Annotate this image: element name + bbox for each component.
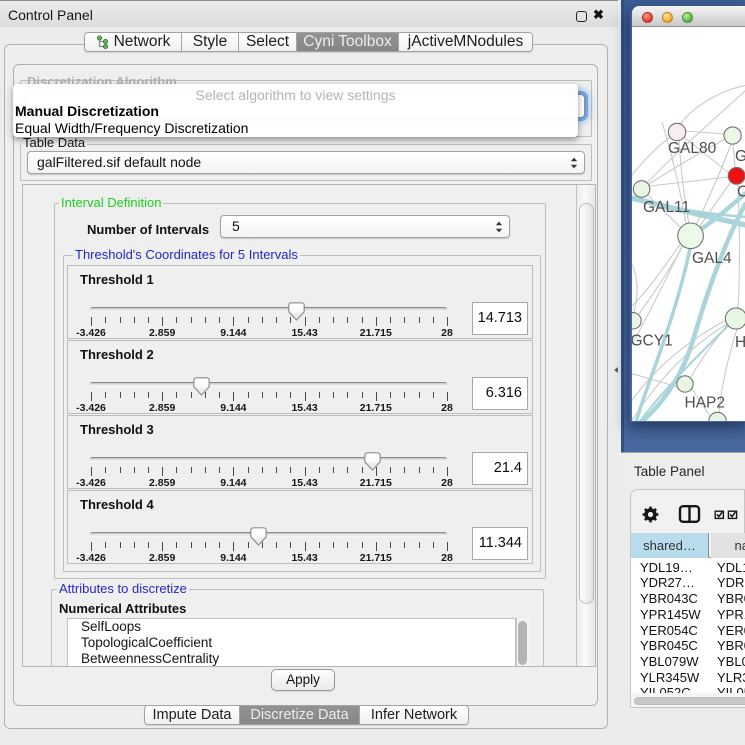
svg-text:GAL11: GAL11 <box>643 199 690 216</box>
svg-text:C: C <box>737 184 745 201</box>
svg-text:HAP2: HAP2 <box>685 395 726 412</box>
svg-text:GCY1: GCY1 <box>632 333 673 350</box>
svg-text:GAL80: GAL80 <box>668 140 717 157</box>
svg-text:GAL4: GAL4 <box>692 250 732 267</box>
svg-text:H: H <box>735 334 745 351</box>
svg-text:GAL: GAL <box>735 148 745 165</box>
